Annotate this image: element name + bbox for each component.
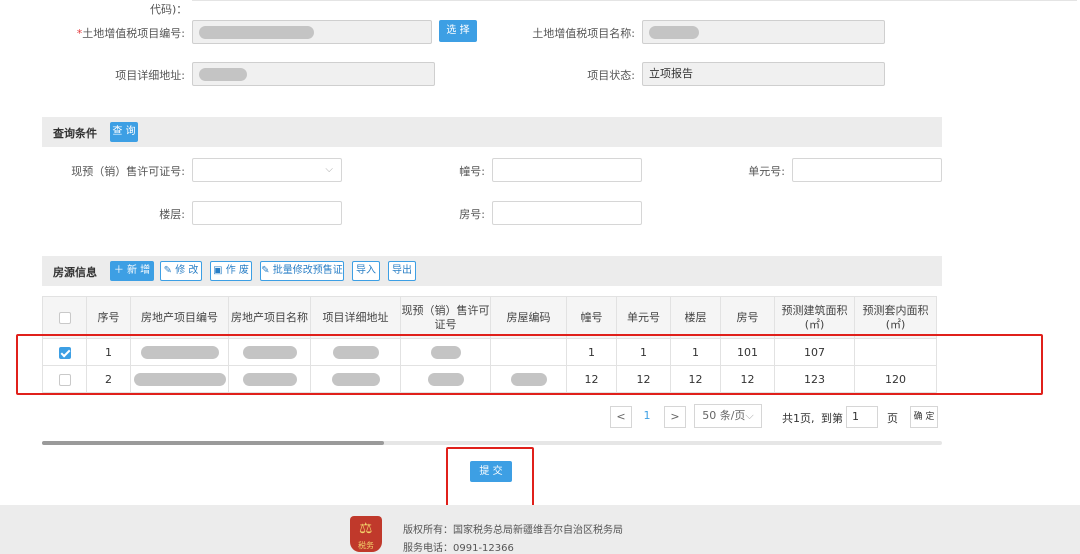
address-label: 项目详细地址:: [115, 69, 185, 82]
query-section-title: 查询条件: [53, 127, 97, 140]
copyright-text: 版权所有：国家税务总局新疆维吾尔自治区税务局: [403, 525, 623, 536]
edit-button-label: 修 改: [175, 265, 199, 276]
rows-highlight-box: [16, 334, 1043, 395]
status-input[interactable]: 立项报告: [642, 62, 885, 86]
import-button[interactable]: 导入: [352, 261, 380, 281]
redacted-value: [199, 67, 247, 81]
void-icon: ▣: [213, 265, 223, 276]
column-header: 预测套内面积(㎡): [854, 296, 937, 339]
permit-select[interactable]: ⌵: [192, 158, 342, 182]
project-code-label: *土地增值税项目编号:: [70, 25, 185, 41]
column-header: 房地产项目编号: [130, 296, 229, 339]
edit-button[interactable]: ✎ 修 改: [160, 261, 202, 281]
address-input[interactable]: [192, 62, 435, 86]
unit-input[interactable]: [792, 158, 942, 182]
total-pages-text: 共1页,: [782, 412, 815, 425]
building-label: 幢号:: [459, 165, 485, 178]
room-label: 房号:: [459, 208, 485, 221]
project-name-label: 土地增值税项目名称:: [532, 27, 635, 40]
column-header: 房屋编码: [490, 296, 567, 339]
top-label-fragment: 代码)：: [150, 3, 188, 16]
submit-highlight-box: [446, 447, 534, 509]
floor-label: 楼层:: [159, 208, 185, 221]
page-size-value: 50 条/页: [702, 409, 746, 422]
column-header: 预测建筑面积(㎡): [774, 296, 855, 339]
add-button[interactable]: ＋ 新 增: [110, 261, 154, 281]
next-page-button[interactable]: >: [664, 406, 686, 428]
column-header: 房号: [720, 296, 775, 339]
edit-icon: ✎: [163, 265, 172, 276]
horizontal-scrollbar-thumb[interactable]: [42, 441, 384, 445]
unit-label: 单元号:: [748, 165, 785, 178]
query-button[interactable]: 查 询: [110, 122, 138, 142]
table-header-row: 序号 房地产项目编号 房地产项目名称 项目详细地址 现预（销）售许可证号 房屋编…: [42, 296, 937, 339]
goto-page-input[interactable]: 1: [846, 406, 878, 428]
room-input[interactable]: [492, 201, 642, 225]
floor-input[interactable]: [192, 201, 342, 225]
housing-section-title: 房源信息: [53, 266, 97, 279]
housing-section-header: 房源信息 ＋ 新 增 ✎ 修 改 ▣ 作 废 ✎ 批量修改预售证 导入 导出: [42, 256, 942, 286]
project-code-label-text: 土地增值税项目编号:: [82, 27, 185, 40]
redacted-value: [199, 25, 314, 39]
edit-icon: ✎: [261, 265, 270, 276]
project-code-input[interactable]: [192, 20, 432, 44]
column-header: 楼层: [670, 296, 721, 339]
column-header: 幢号: [566, 296, 617, 339]
header-select-all[interactable]: [42, 296, 87, 339]
goto-label: 到第: [821, 412, 843, 425]
void-button[interactable]: ▣ 作 废: [210, 261, 252, 281]
void-button-label: 作 废: [225, 265, 249, 276]
logo-text: 税务: [358, 541, 374, 550]
column-header: 序号: [86, 296, 131, 339]
page-unit-label: 页: [887, 412, 898, 425]
chevron-down-icon: ⌵: [745, 409, 754, 422]
top-divider: [192, 0, 1077, 1]
goto-confirm-button[interactable]: 确 定: [910, 406, 938, 428]
prev-page-button[interactable]: <: [610, 406, 632, 428]
column-header: 房地产项目名称: [228, 296, 311, 339]
page-size-select[interactable]: 50 条/页⌵: [694, 404, 762, 428]
emblem-icon: ⚖: [359, 519, 373, 537]
select-button[interactable]: 选 择: [439, 20, 477, 42]
permit-label: 现预（销）售许可证号:: [71, 165, 185, 178]
tax-logo: ⚖ 税务: [350, 516, 382, 552]
service-phone-text: 服务电话：0991-12366: [403, 543, 514, 554]
project-name-input[interactable]: [642, 20, 885, 44]
building-input[interactable]: [492, 158, 642, 182]
column-header: 单元号: [616, 296, 671, 339]
footer: ⚖ 税务 版权所有：国家税务总局新疆维吾尔自治区税务局 服务电话：0991-12…: [0, 505, 1080, 554]
redacted-value: [649, 25, 699, 39]
export-button[interactable]: 导出: [388, 261, 416, 281]
horizontal-scrollbar-track[interactable]: [42, 441, 942, 445]
batch-edit-permit-label: 批量修改预售证: [272, 265, 343, 276]
chevron-down-icon: ⌵: [325, 164, 333, 175]
column-header: 现预（销）售许可证号: [400, 296, 491, 339]
status-label: 项目状态:: [587, 69, 635, 82]
query-section-header: 查询条件 查 询: [42, 117, 942, 147]
select-all-checkbox[interactable]: [58, 311, 71, 324]
current-page-number[interactable]: 1: [640, 409, 654, 422]
column-header: 项目详细地址: [310, 296, 401, 339]
batch-edit-permit-button[interactable]: ✎ 批量修改预售证: [260, 261, 344, 281]
